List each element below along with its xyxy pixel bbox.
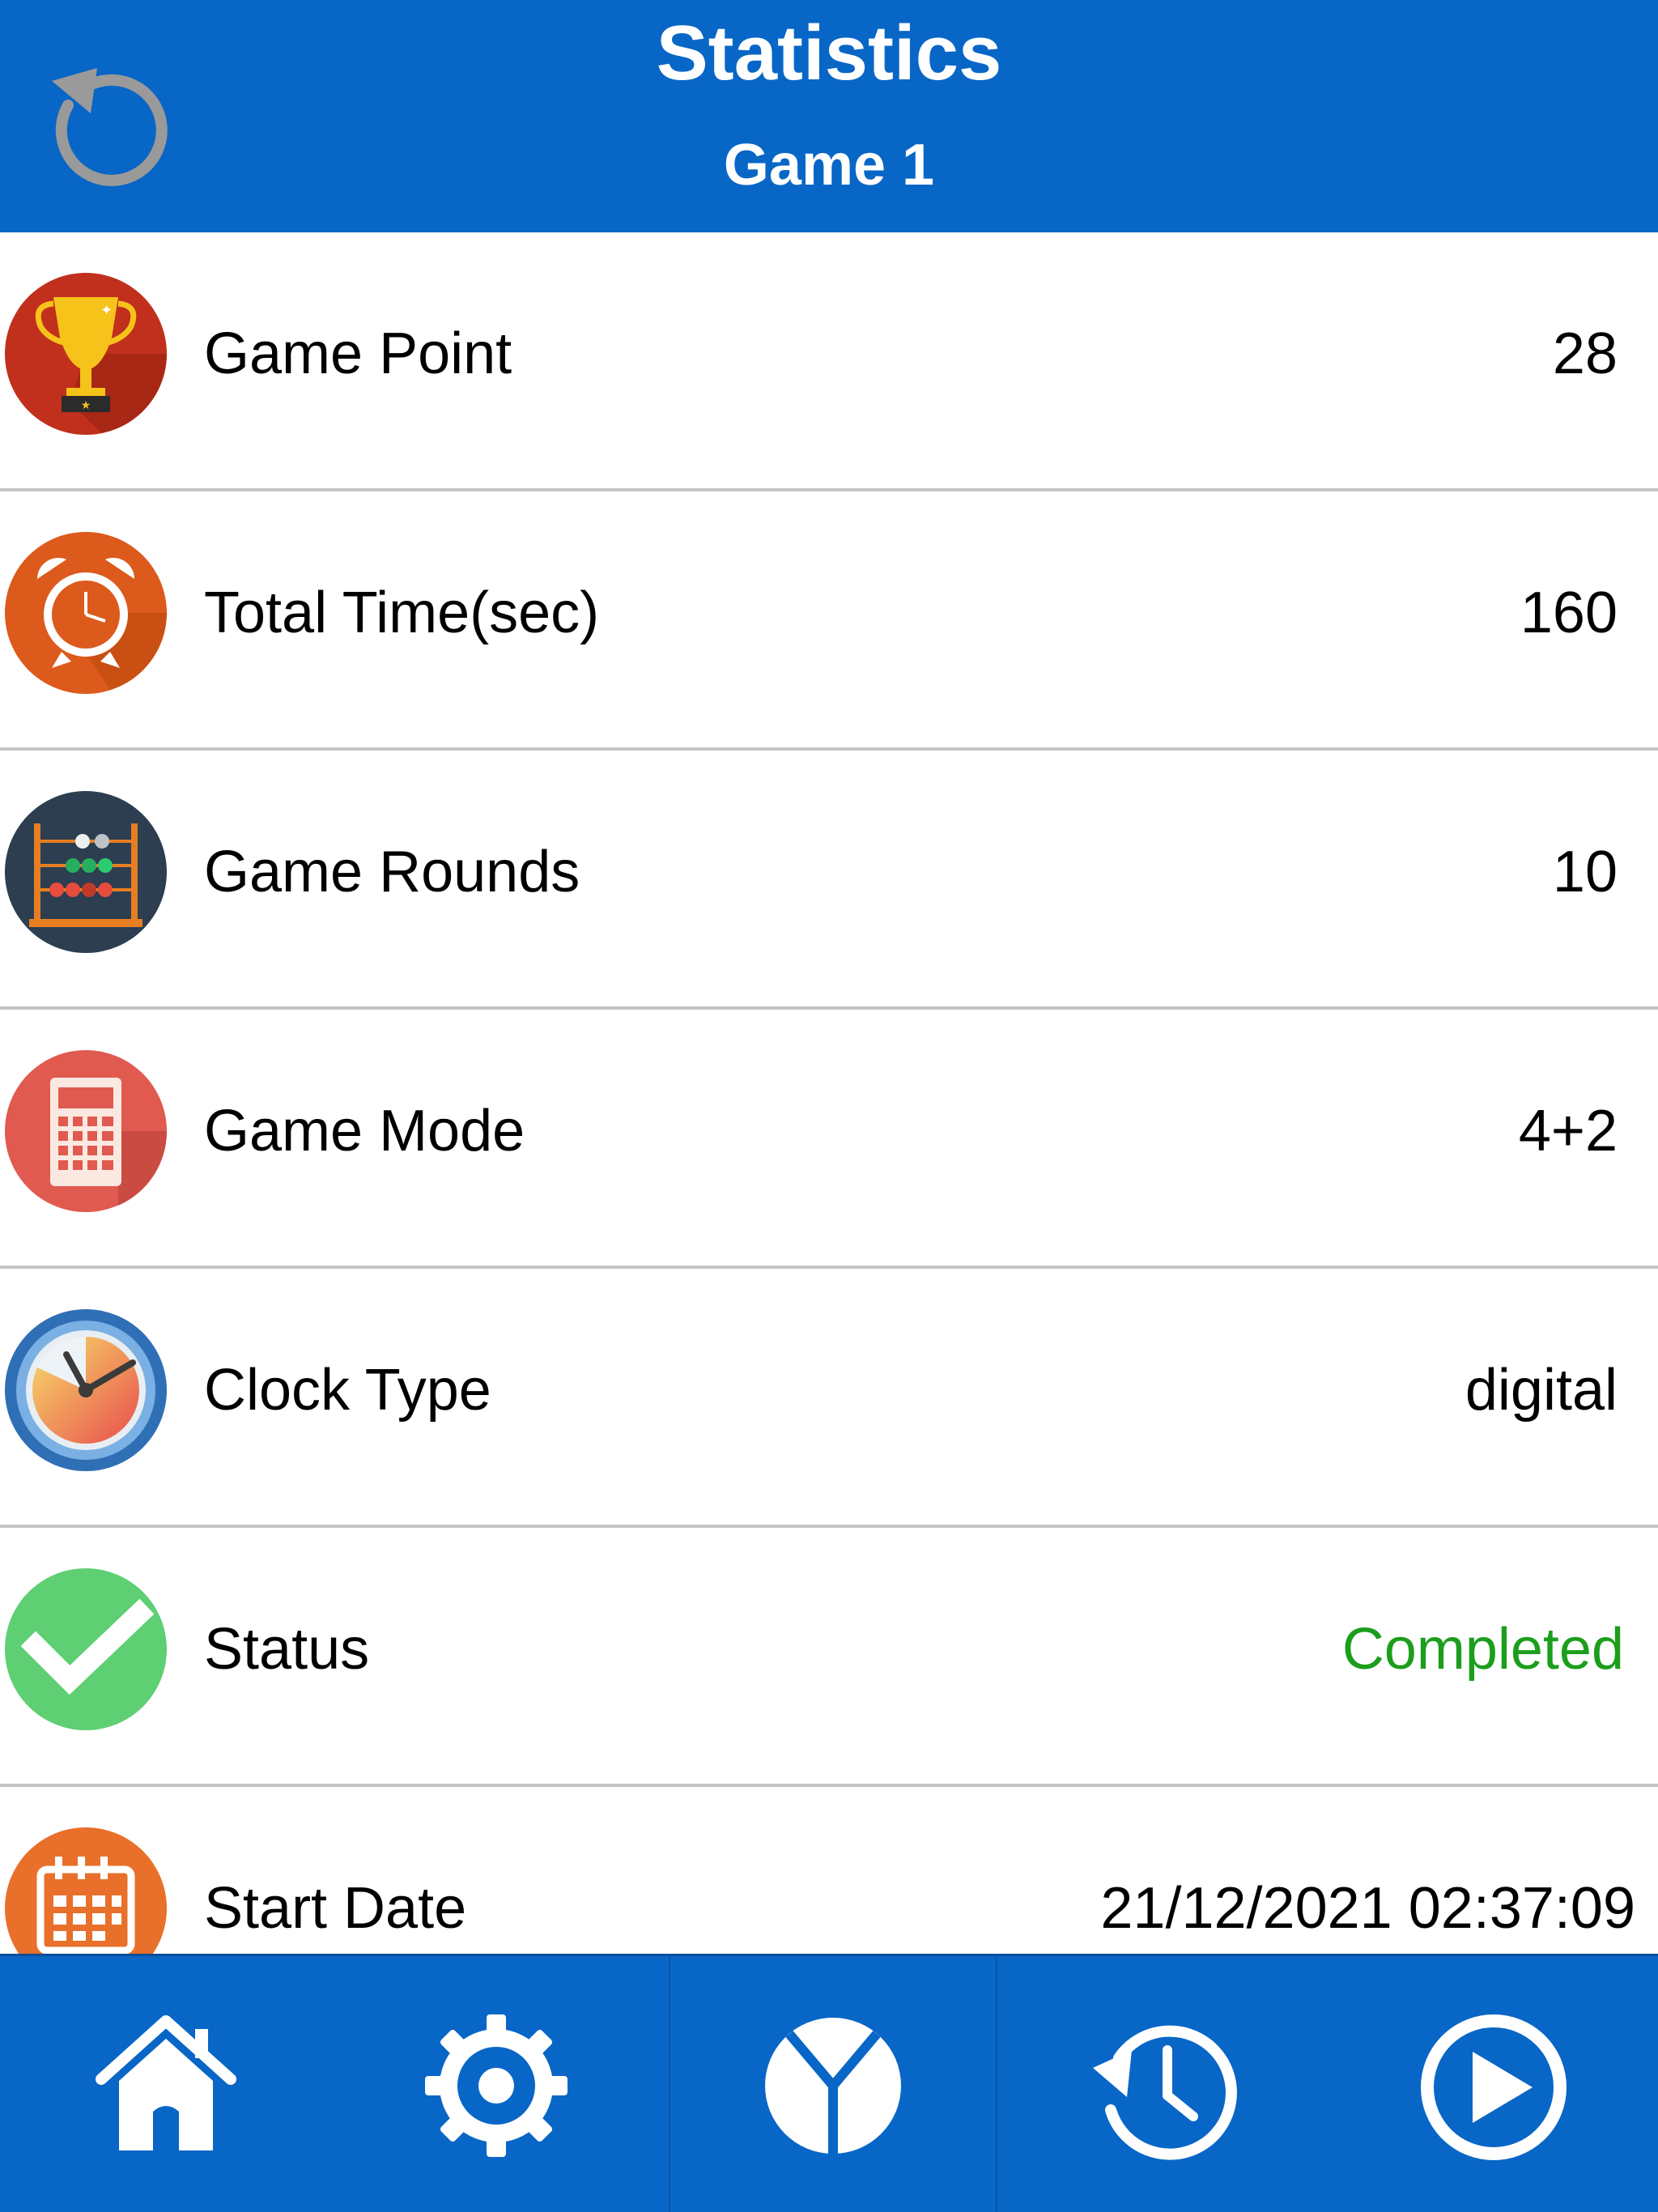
status-value: Completed (1341, 1617, 1624, 1682)
start-date-value: 21/12/2021 02:37:09 (1100, 1876, 1635, 1941)
stat-row-start-date: Start Date 21/12/2021 02:37:09 (0, 1787, 1658, 1954)
clock-type-label: Clock Type (204, 1358, 491, 1423)
stats-pie-icon (765, 2018, 901, 2154)
home-icon (96, 2015, 236, 2150)
svg-text:✦: ✦ (100, 302, 113, 319)
tab-play[interactable] (1329, 1956, 1658, 2212)
calculator-icon (5, 1050, 167, 1212)
game-point-value: 28 (1552, 321, 1618, 386)
tab-settings[interactable] (332, 1956, 669, 2212)
stat-row-game-mode: Game Mode 4+2 (0, 1010, 1658, 1269)
game-mode-value: 4+2 (1518, 1099, 1618, 1163)
start-date-label: Start Date (204, 1876, 467, 1941)
stat-row-game-rounds: Game Rounds 10 (0, 751, 1658, 1010)
status-label: Status (204, 1617, 370, 1682)
header: Statistics Game 1 (0, 0, 1658, 232)
trophy-icon: ★ ✦ (5, 273, 167, 435)
calendar-icon (5, 1827, 167, 1954)
stat-row-total-time: Total Time(sec) 160 (0, 491, 1658, 751)
svg-text:★: ★ (81, 399, 91, 412)
tab-home[interactable] (0, 1956, 332, 2212)
total-time-label: Total Time(sec) (204, 581, 600, 645)
game-point-label: Game Point (204, 321, 512, 386)
clock-icon (5, 1309, 167, 1471)
settings-gear-icon (425, 2014, 568, 2157)
game-mode-label: Game Mode (204, 1099, 525, 1163)
stat-row-game-point: ★ ✦ Game Point 28 (0, 232, 1658, 491)
clock-type-value: digital (1465, 1358, 1618, 1423)
total-time-value: 160 (1520, 581, 1618, 645)
alarm-clock-icon (5, 532, 167, 694)
tab-history[interactable] (997, 1956, 1329, 2212)
game-subtitle: Game 1 (723, 133, 935, 198)
game-rounds-label: Game Rounds (204, 840, 580, 904)
checkmark-icon (5, 1568, 167, 1730)
play-icon (1421, 2014, 1567, 2160)
tab-statistics[interactable] (670, 1956, 996, 2212)
stat-row-clock-type: Clock Type digital (0, 1269, 1658, 1528)
history-icon (1093, 2025, 1237, 2160)
abacus-icon (5, 791, 167, 953)
game-rounds-value: 10 (1552, 840, 1618, 904)
stats-list[interactable]: ★ ✦ Game Point 28 Total Time(sec) 160 Ga… (0, 232, 1658, 1954)
bottom-tab-bar (0, 1954, 1658, 2212)
page-title: Statistics (656, 10, 1002, 96)
stat-row-status: Status Completed (0, 1528, 1658, 1787)
